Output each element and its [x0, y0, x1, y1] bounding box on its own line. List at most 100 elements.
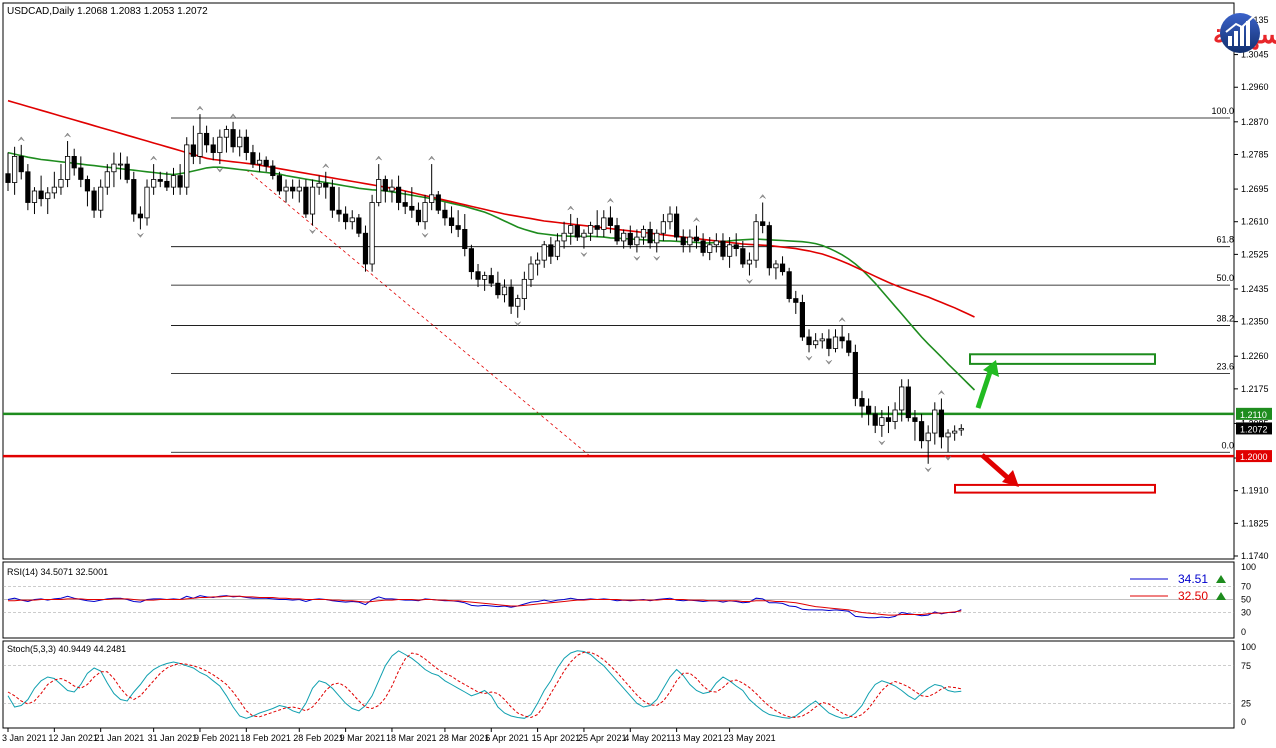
candle-body: [58, 179, 64, 188]
x-tick-label: 28 Mar 2021: [439, 733, 490, 743]
price-tick-label: 1.2960: [1241, 82, 1269, 92]
candle-body: [912, 417, 918, 422]
candle-body: [587, 225, 594, 234]
candle-body: [455, 225, 461, 230]
candle-body: [958, 428, 964, 431]
x-tick-label: 6 Apr 2021: [485, 733, 529, 743]
candle-body: [104, 171, 110, 188]
candle-body: [217, 136, 223, 153]
candle-body: [144, 186, 150, 219]
candle-body: [938, 409, 945, 438]
candle-body: [846, 340, 852, 353]
candle-body: [726, 244, 733, 257]
price-tick-label: 1.1825: [1241, 518, 1269, 528]
candle-body: [12, 156, 18, 183]
candle-body: [720, 240, 726, 257]
candle-body: [826, 338, 832, 349]
candle-body: [51, 186, 57, 194]
candle-body: [190, 144, 196, 157]
candle-body: [634, 236, 640, 246]
x-tick-label: 18 Feb 2021: [240, 733, 291, 743]
x-tick-label: 25 Apr 2021: [578, 733, 627, 743]
candle-body: [263, 159, 269, 167]
candle-body: [210, 144, 216, 153]
x-tick-label: 23 May 2021: [724, 733, 776, 743]
candle-body: [753, 221, 759, 261]
price-tick-label: 1.2350: [1241, 317, 1269, 327]
candle-body: [793, 298, 799, 303]
candle-body: [316, 182, 322, 188]
candle-body: [170, 175, 177, 188]
candle-body: [674, 213, 680, 238]
candle-body: [349, 217, 355, 223]
candle-body: [799, 302, 806, 338]
candle-body: [362, 232, 369, 265]
price-tick-label: 1.2610: [1241, 217, 1269, 227]
x-tick-label: 3 Jan 2021: [2, 733, 47, 743]
candle-body: [290, 186, 296, 192]
oscillator-tick-label: 30: [1241, 608, 1251, 618]
candle-body: [647, 229, 653, 244]
candle-body: [925, 432, 931, 442]
candle-body: [336, 209, 342, 215]
candle-body: [859, 398, 865, 407]
candle-body: [574, 225, 580, 238]
symbol-info: USDCAD,Daily 1.2068 1.2083 1.2053 1.2072: [7, 6, 208, 17]
usdcad-daily-chart: 1.31351.30451.29601.28701.27851.26951.26…: [2, 2, 1276, 743]
candle-body: [157, 179, 163, 182]
fib-level-label: 38.2: [1216, 313, 1234, 323]
candle-body: [952, 430, 958, 434]
candle-body: [535, 259, 541, 265]
candle-body: [45, 192, 51, 200]
candle-body: [177, 175, 183, 188]
candle-body: [872, 413, 878, 426]
candle-body: [819, 338, 825, 342]
rsi-legend-value: 32.50: [1178, 589, 1208, 603]
key-level-value: 1.2110: [1240, 410, 1267, 420]
candle-body: [760, 221, 766, 226]
fib-level-label: 50.0: [1216, 273, 1234, 283]
candle-body: [276, 175, 283, 192]
fib-level-label: 100.0: [1211, 106, 1234, 116]
price-tick-label: 1.2435: [1241, 284, 1269, 294]
candle-body: [786, 271, 792, 299]
candle-body: [230, 129, 236, 148]
candle-body: [879, 417, 885, 426]
price-tick-label: 1.2695: [1241, 184, 1269, 194]
candle-body: [429, 194, 435, 203]
candle-body: [779, 263, 786, 273]
candle-body: [541, 244, 547, 261]
candle-body: [84, 179, 91, 192]
price-tick-label: 1.2260: [1241, 351, 1269, 361]
candle-body: [389, 186, 395, 192]
price-tick-label: 1.2525: [1241, 249, 1269, 259]
candle-body: [64, 156, 71, 180]
candle-body: [554, 240, 561, 257]
oscillator-tick-label: 0: [1241, 627, 1246, 637]
x-tick-label: 21 Jan 2021: [95, 733, 145, 743]
x-tick-label: 31 Jan 2021: [148, 733, 198, 743]
candle-body: [38, 190, 44, 200]
candle-body: [693, 236, 700, 242]
candle-body: [581, 232, 587, 238]
candle-body: [640, 229, 647, 238]
candle-body: [329, 186, 335, 211]
candle-body: [508, 286, 514, 307]
logo-icon: [1220, 13, 1260, 53]
candle-body: [766, 225, 772, 269]
candle-body: [448, 217, 455, 226]
candle-body: [415, 209, 422, 223]
candle-body: [660, 221, 666, 234]
price-tick-label: 1.2175: [1241, 384, 1269, 394]
candle-body: [687, 236, 693, 246]
candle-body: [740, 248, 746, 265]
candle-body: [515, 298, 521, 307]
candle-body: [184, 144, 190, 188]
candle-body: [78, 167, 84, 180]
x-tick-label: 4 May 2021: [624, 733, 671, 743]
candle-body: [197, 132, 203, 157]
x-tick-label: 15 Apr 2021: [532, 733, 581, 743]
oscillator-tick-label: 75: [1241, 661, 1251, 671]
candle-body: [164, 180, 170, 188]
candle-body: [713, 240, 719, 246]
